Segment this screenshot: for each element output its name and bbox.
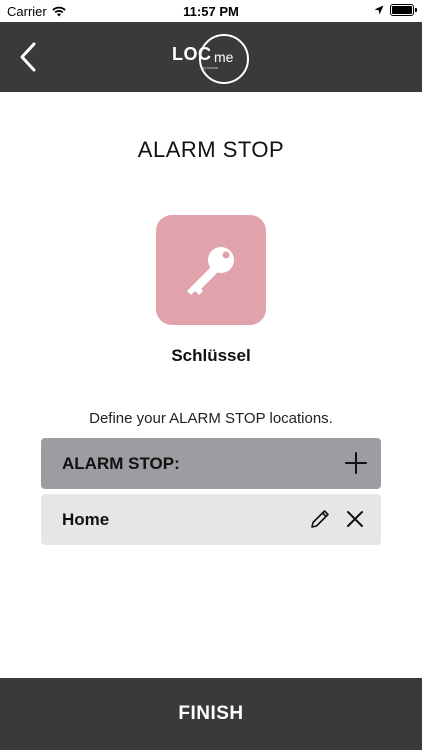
location-arrow-icon [374,5,384,15]
pencil-icon [311,510,329,528]
back-button[interactable] [14,40,44,74]
finish-button[interactable]: FINISH [0,678,422,750]
edit-location-button[interactable] [309,508,331,530]
navigation-bar: LOC me by lucom [0,22,422,92]
status-bar-right [374,4,417,16]
page-title: ALARM STOP [137,137,285,162]
item-name: Schlüssel [171,346,251,365]
logo-by-text: by lucom [202,65,219,70]
item-tile [156,215,266,325]
delete-location-button[interactable] [345,509,365,529]
list-header-label: ALARM STOP: [62,454,180,473]
battery-icon [390,4,417,16]
location-label: Home [62,510,110,529]
plus-icon [345,452,367,474]
close-icon [347,511,363,527]
alarm-stop-list-header: ALARM STOP: [41,438,381,489]
status-bar: Carrier 11:57 PM [0,0,422,22]
key-icon [187,247,234,295]
logo-me-text: me [214,49,234,65]
status-time: 11:57 PM [183,4,239,19]
instruction-text: Define your ALARM STOP locations. [89,410,333,427]
location-row[interactable]: Home [41,494,381,545]
add-location-button[interactable] [345,452,367,474]
chevron-left-icon [20,42,36,72]
locme-logo: LOC me by lucom [172,32,252,84]
